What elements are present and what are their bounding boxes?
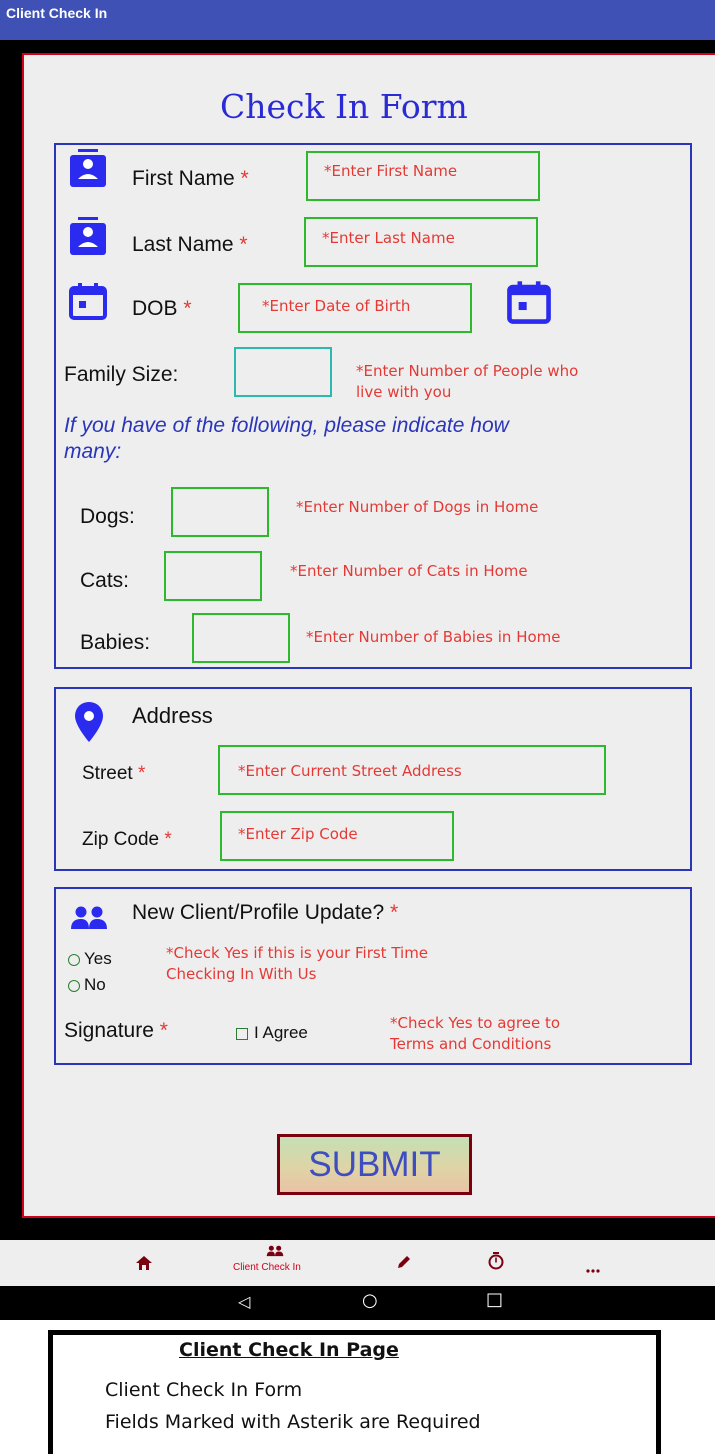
last-name-label: Last Name *: [132, 233, 248, 256]
zip-code-label: Zip Code *: [82, 829, 172, 850]
client-type-question: New Client/Profile Update? *: [132, 901, 399, 924]
first-name-input[interactable]: *Enter First Name: [306, 151, 540, 201]
agree-checkbox-label: I Agree: [254, 1023, 308, 1042]
signature-hint: *Check Yes to agree to Terms and Conditio…: [390, 1014, 561, 1053]
zip-code-placeholder: *Enter Zip Code: [238, 825, 358, 843]
nav-client-check-in-label[interactable]: Client Check In: [233, 1262, 301, 1273]
form-title: Check In Form: [220, 87, 468, 126]
caption-box: Client Check In Page Client Check In For…: [48, 1330, 661, 1454]
recents-icon[interactable]: □: [486, 1289, 503, 1310]
home-icon[interactable]: [136, 1256, 152, 1275]
caption-title: Client Check In Page: [179, 1339, 399, 1361]
dob-label: DOB *: [132, 297, 192, 320]
client-type-hint: *Check Yes if this is your First Time Che…: [166, 944, 429, 983]
dogs-hint: *Enter Number of Dogs in Home: [296, 498, 539, 516]
bottom-navigation: Client Check In: [0, 1240, 715, 1286]
location-pin-icon: [74, 701, 104, 748]
client-type-section: New Client/Profile Update? * Yes No *Che…: [54, 887, 692, 1065]
pencil-icon[interactable]: [396, 1254, 412, 1275]
calendar-icon: [68, 281, 108, 326]
street-input[interactable]: *Enter Current Street Address: [218, 745, 606, 795]
radio-circle-icon: [68, 979, 80, 992]
check-in-form: Check In Form First Name * *Enter First …: [22, 53, 715, 1218]
people-icon[interactable]: [266, 1244, 284, 1262]
babies-label: Babies:: [80, 631, 151, 654]
babies-input[interactable]: [192, 613, 290, 663]
radio-yes[interactable]: Yes: [68, 949, 112, 969]
submit-button[interactable]: SUBMIT: [277, 1134, 472, 1195]
first-name-label: First Name *: [132, 167, 249, 190]
dogs-input[interactable]: [171, 487, 269, 537]
agree-checkbox[interactable]: I Agree: [236, 1023, 308, 1043]
radio-yes-label: Yes: [84, 949, 112, 968]
first-name-placeholder: *Enter First Name: [324, 162, 458, 180]
address-heading: Address: [132, 703, 213, 728]
system-navigation-bar: ◁ ○ □: [0, 1286, 715, 1320]
babies-hint: *Enter Number of Babies in Home: [306, 628, 561, 646]
address-section: Address Street * *Enter Current Street A…: [54, 687, 692, 871]
last-name-input[interactable]: *Enter Last Name: [304, 217, 538, 267]
cats-hint: *Enter Number of Cats in Home: [290, 562, 528, 580]
dob-input[interactable]: *Enter Date of Birth: [238, 283, 472, 333]
checkbox-icon: [236, 1027, 248, 1040]
caption-line-1: Client Check In Form: [105, 1379, 303, 1401]
street-label: Street *: [82, 763, 146, 784]
family-size-label: Family Size:: [64, 363, 179, 386]
signature-label: Signature *: [64, 1019, 168, 1042]
app-bar-title: Client Check In: [6, 5, 108, 21]
back-icon[interactable]: ◁: [238, 1292, 250, 1311]
pets-prompt: If you have of the following, please ind…: [64, 414, 509, 463]
caption-line-2: Fields Marked with Asterik are Required: [105, 1411, 481, 1433]
radio-no-label: No: [84, 975, 106, 994]
person-card-icon: [68, 217, 108, 262]
family-size-hint: *Enter Number of People who live with you: [356, 362, 579, 401]
street-placeholder: *Enter Current Street Address: [238, 762, 462, 780]
cats-label: Cats:: [80, 569, 130, 592]
radio-no[interactable]: No: [68, 975, 106, 995]
people-icon: [70, 905, 108, 936]
person-card-icon: [68, 149, 108, 194]
app-bar: Client Check In: [0, 0, 715, 40]
last-name-placeholder: *Enter Last Name: [322, 229, 455, 247]
cats-input[interactable]: [164, 551, 262, 601]
dogs-label: Dogs:: [80, 505, 135, 528]
zip-code-input[interactable]: *Enter Zip Code: [220, 811, 454, 861]
home-circle-icon[interactable]: ○: [362, 1290, 378, 1311]
family-size-input[interactable]: [234, 347, 332, 397]
radio-circle-icon: [68, 953, 80, 966]
personal-info-section: First Name * *Enter First Name Last Name…: [54, 143, 692, 669]
more-icon[interactable]: [586, 1260, 600, 1278]
timer-icon[interactable]: [488, 1252, 504, 1275]
calendar-picker-icon[interactable]: [506, 279, 552, 330]
dob-placeholder: *Enter Date of Birth: [262, 297, 411, 315]
